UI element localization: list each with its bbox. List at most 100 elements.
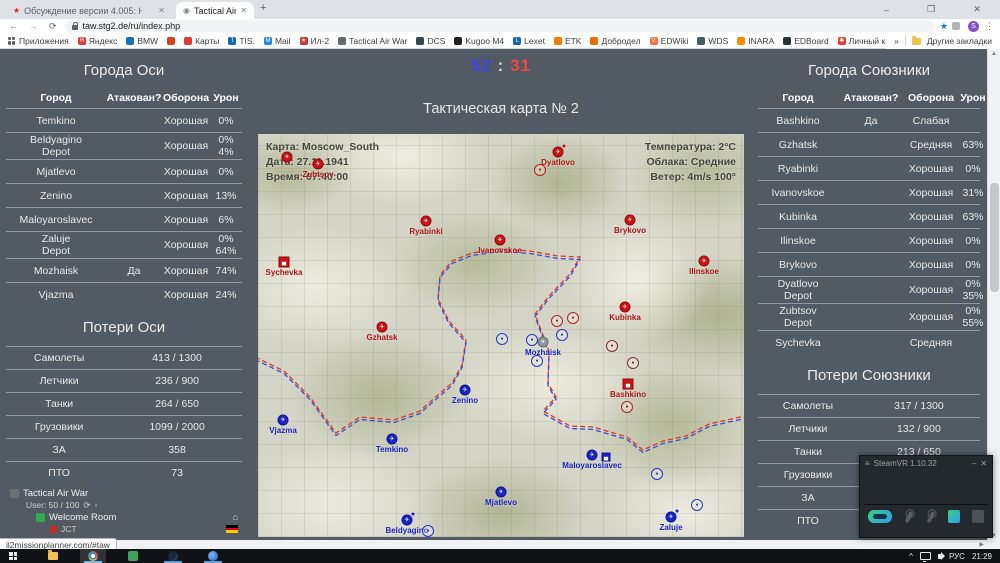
- controller-left-icon[interactable]: [905, 510, 914, 523]
- map-marker-temkino[interactable]: ✈: [387, 434, 398, 445]
- scroll-right-icon[interactable]: ▶: [979, 541, 984, 548]
- bookmark-item[interactable]: WDS: [697, 36, 728, 46]
- url-text[interactable]: taw.stg2.de/ru/index.php: [83, 21, 181, 31]
- map-marker[interactable]: ●: [551, 315, 563, 327]
- bookmark-item[interactable]: Tactical Air War: [338, 36, 407, 46]
- start-button[interactable]: [0, 549, 26, 563]
- maximize-button[interactable]: ❐: [927, 4, 935, 15]
- clock[interactable]: 21:29: [972, 552, 992, 561]
- map-marker[interactable]: ●: [422, 525, 434, 537]
- taskbar-app-green[interactable]: [120, 549, 146, 563]
- map-marker-ryabinki[interactable]: ✈: [421, 216, 432, 227]
- map-marker-zenino[interactable]: ✈: [460, 385, 471, 396]
- map-marker[interactable]: ●: [627, 357, 639, 369]
- reload-icon[interactable]: ⟳: [49, 21, 57, 32]
- extension-icon[interactable]: [952, 22, 960, 30]
- map-marker[interactable]: ●: [691, 499, 703, 511]
- map-marker-vjazma[interactable]: ✈: [278, 415, 289, 426]
- map-marker[interactable]: ●: [556, 329, 568, 341]
- bookmark-item[interactable]: MMail: [264, 36, 291, 46]
- teamspeak-member-row[interactable]: JCT: [10, 523, 242, 535]
- map-marker[interactable]: ●: [534, 164, 546, 176]
- headset-icon[interactable]: [868, 510, 892, 523]
- map-marker[interactable]: ●: [651, 468, 663, 480]
- bookmark-item[interactable]: Добродел: [590, 36, 640, 46]
- volume-icon[interactable]: [938, 554, 942, 559]
- tab-close-icon[interactable]: ✕: [158, 6, 165, 15]
- steamvr-window[interactable]: ≡ SteamVR 1.10.32 – ✕: [859, 455, 993, 538]
- bookmark-item[interactable]: Карты: [184, 36, 219, 46]
- forward-icon[interactable]: →: [29, 21, 38, 31]
- map-marker-mjatlevo[interactable]: ✈: [496, 487, 507, 498]
- bookmark-item[interactable]: ★Ил-2: [300, 36, 330, 46]
- map-marker[interactable]: ●: [526, 334, 538, 346]
- controller-right-icon[interactable]: [927, 510, 936, 523]
- bookmark-item[interactable]: Kugoo M4: [454, 36, 504, 46]
- horizontal-scrollbar[interactable]: ◀ ▶: [0, 540, 1000, 549]
- map-marker[interactable]: ●: [621, 401, 633, 413]
- back-icon[interactable]: ←: [9, 21, 18, 31]
- map-marker[interactable]: ●: [606, 340, 618, 352]
- other-bookmarks-button[interactable]: Другие закладки: [927, 36, 992, 46]
- map-marker-mozhaisk[interactable]: ✈: [538, 337, 549, 348]
- map-marker-bashkino[interactable]: ▄: [623, 379, 634, 390]
- map-marker-maloyaroslavec[interactable]: ✈: [587, 450, 598, 461]
- refresh-icon[interactable]: ⟳: [83, 500, 90, 511]
- bookmark-item[interactable]: LLexet: [513, 36, 545, 46]
- map-marker-beldyagino[interactable]: ✈: [402, 515, 413, 526]
- address-bar[interactable]: taw.stg2.de/ru/index.php: [65, 20, 934, 32]
- taskbar-app-globe[interactable]: [200, 549, 226, 563]
- bookmark-item[interactable]: ETK: [554, 36, 582, 46]
- taskbar-steam[interactable]: [160, 549, 186, 563]
- map-marker-dyatlovo[interactable]: ✈: [553, 147, 564, 158]
- map-marker-ilinskoe[interactable]: ✈: [699, 256, 710, 267]
- hamburger-menu-icon[interactable]: ≡: [865, 459, 870, 468]
- map-marker-ivanovskoe[interactable]: ✈: [495, 235, 506, 246]
- menu-dots-icon[interactable]: ⋮: [985, 21, 994, 32]
- base-station-active-icon[interactable]: [948, 510, 960, 523]
- bookmark-item[interactable]: [167, 37, 175, 45]
- network-icon[interactable]: [920, 552, 931, 560]
- map-marker[interactable]: ●: [567, 312, 579, 324]
- tactical-map[interactable]: Карта: Moscow_South Дата: 27.11.1941 Вре…: [258, 134, 744, 537]
- language-indicator[interactable]: РУС: [949, 552, 965, 561]
- bookmark-item[interactable]: DCS: [416, 36, 445, 46]
- map-marker[interactable]: ●: [496, 333, 508, 345]
- steamvr-close-button[interactable]: ✕: [980, 459, 987, 468]
- map-marker-sychevka[interactable]: ▄: [279, 257, 290, 268]
- new-tab-button[interactable]: +: [260, 2, 266, 14]
- teamspeak-server-row[interactable]: Tactical Air War: [10, 487, 242, 499]
- scrollbar-thumb[interactable]: [990, 183, 999, 292]
- bookmark-item[interactable]: VEDWiki: [650, 36, 689, 46]
- close-button[interactable]: ✕: [973, 4, 981, 15]
- bookmark-item[interactable]: BMW: [126, 36, 158, 46]
- profile-avatar[interactable]: S: [968, 21, 979, 32]
- tray-chevron-icon[interactable]: ^: [909, 552, 913, 561]
- taskbar-chrome[interactable]: [80, 549, 106, 563]
- map-marker-zubtsov[interactable]: ✈: [313, 159, 324, 170]
- taskbar-file-explorer[interactable]: [40, 549, 66, 563]
- tab-close-icon[interactable]: ✕: [240, 6, 247, 15]
- map-marker[interactable]: ●: [531, 355, 543, 367]
- tab-tactical-air-war[interactable]: ◉ Tactical Air War ✕: [176, 2, 254, 19]
- map-marker[interactable]: ✈: [282, 152, 293, 163]
- minimize-button[interactable]: –: [884, 5, 889, 15]
- bookmarks-overflow-button[interactable]: »: [894, 36, 899, 46]
- base-station-inactive-icon[interactable]: [972, 510, 984, 523]
- scroll-up-icon[interactable]: ▲: [988, 51, 1000, 57]
- defense-value: Хорошая: [904, 284, 958, 296]
- apps-shortcut[interactable]: Приложения: [8, 36, 69, 46]
- bookmark-item[interactable]: INARA: [737, 36, 774, 46]
- bookmark-item[interactable]: TTIS.: [228, 36, 255, 46]
- teamspeak-channel-row[interactable]: Welcome Room ⌂: [10, 511, 242, 523]
- bookmark-item[interactable]: ЯЯндекс: [78, 36, 118, 46]
- steamvr-minimize-button[interactable]: –: [972, 459, 976, 468]
- map-marker-zaluje[interactable]: ✈: [666, 512, 677, 523]
- tab-forum[interactable]: ★ Обсуждение версии 4.005: Нов... ✕: [6, 2, 172, 19]
- map-marker-gzhatsk[interactable]: ✈: [377, 322, 388, 333]
- map-marker-brykovo[interactable]: ✈: [625, 215, 636, 226]
- steam-icon: [168, 551, 178, 561]
- map-marker-kubinka[interactable]: ✈: [620, 302, 631, 313]
- bookmark-star-icon[interactable]: ★: [940, 21, 948, 32]
- bookmark-item[interactable]: EDBoard: [783, 36, 829, 46]
